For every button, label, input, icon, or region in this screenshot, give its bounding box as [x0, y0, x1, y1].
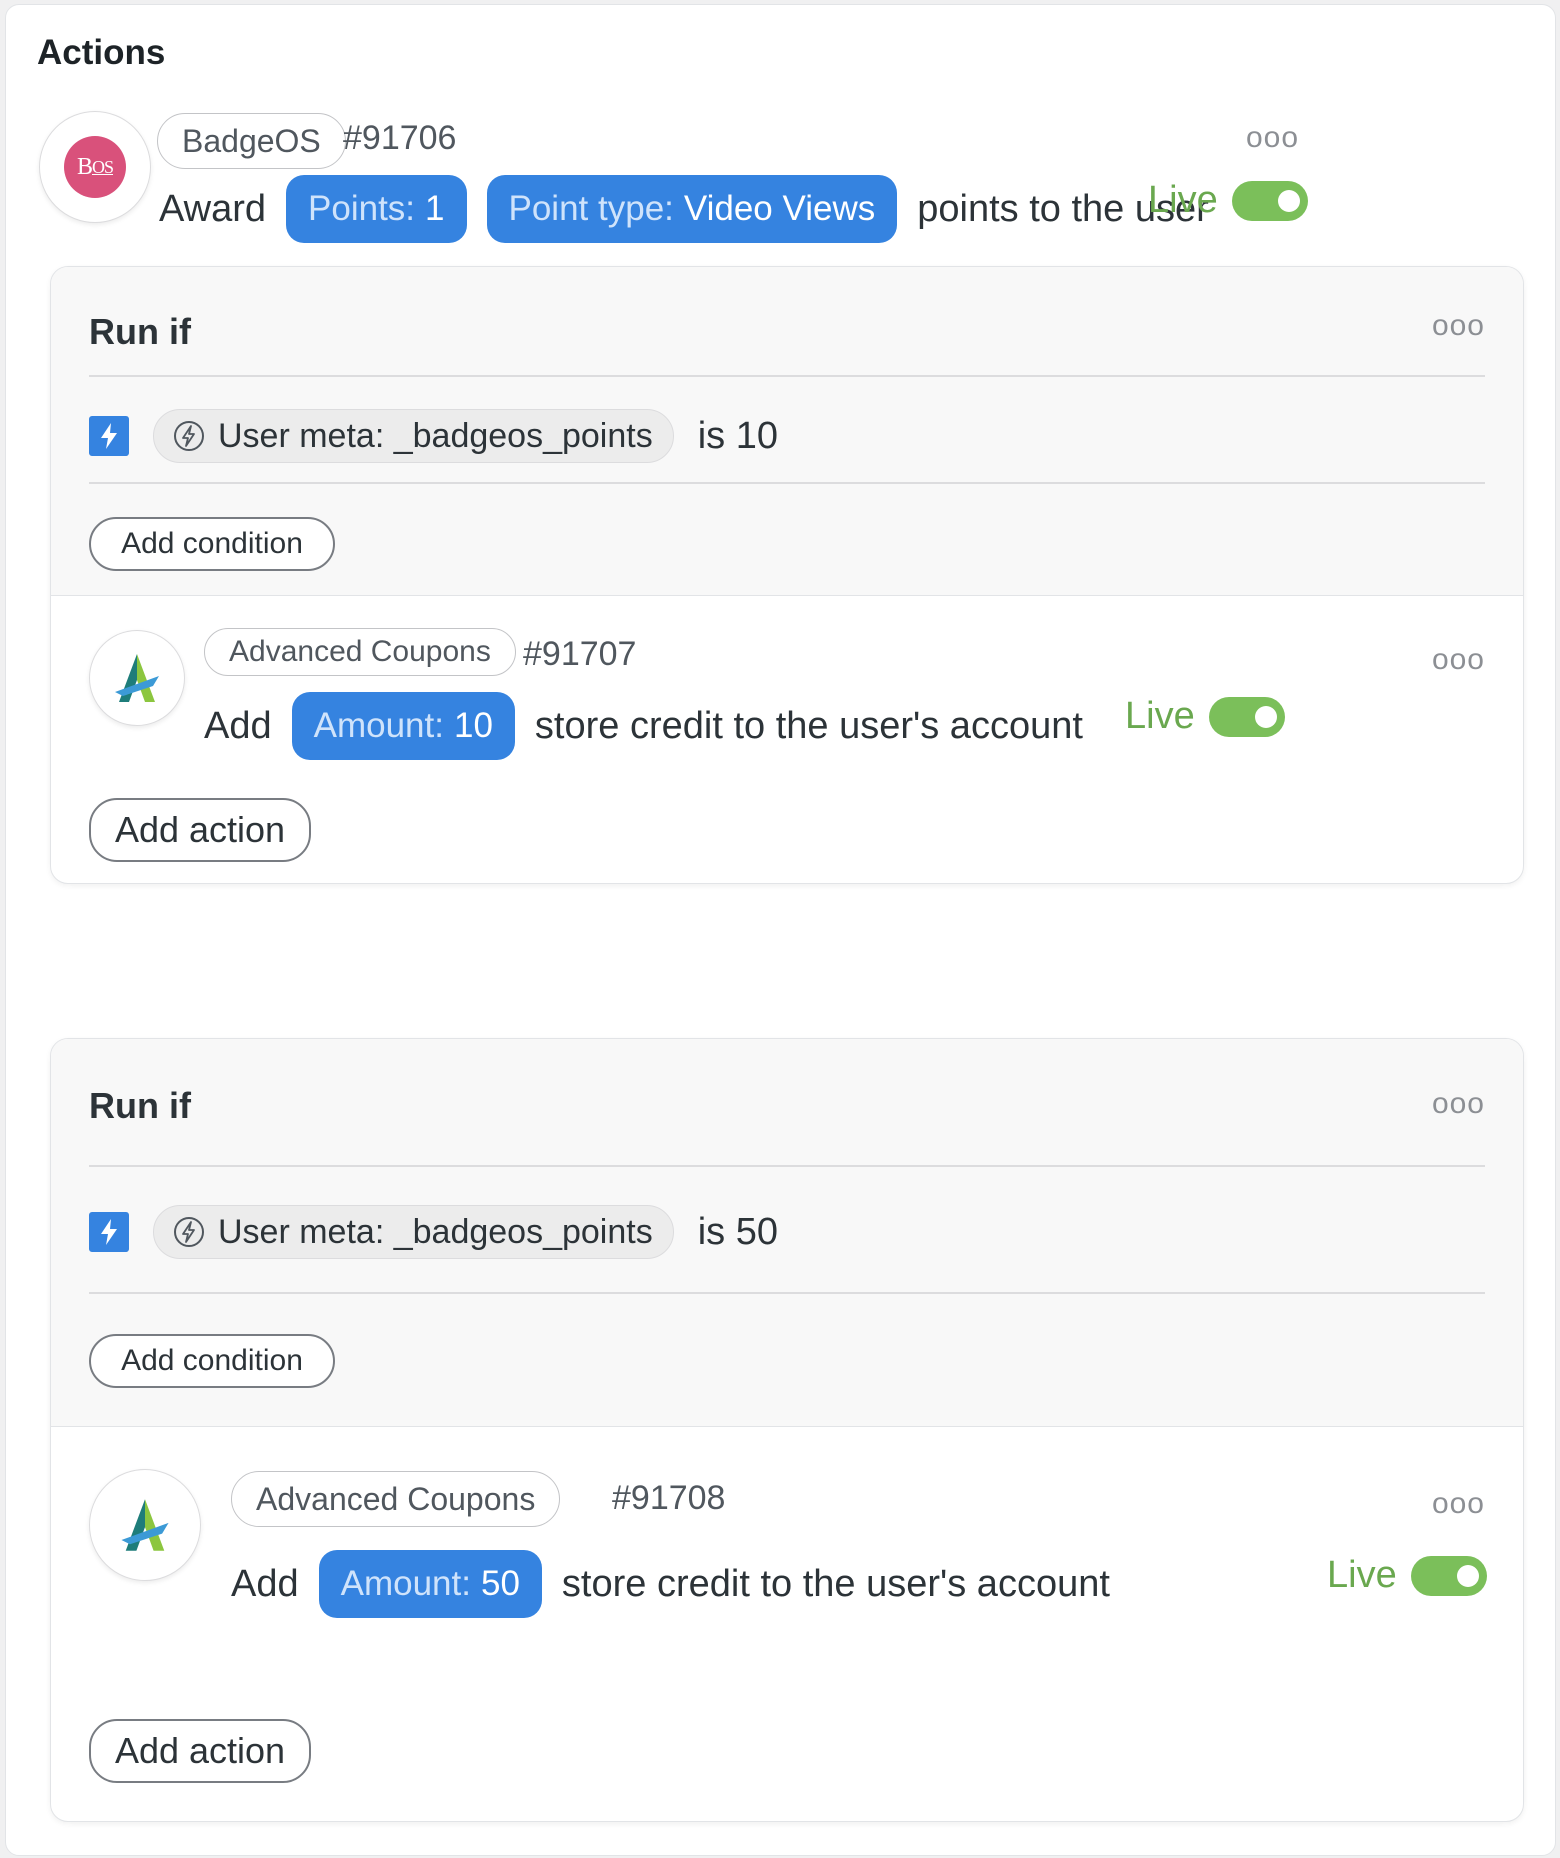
action-sentence: Award Points: 1 Point type: Video Views po…	[159, 175, 1209, 243]
live-label: Live	[1327, 1554, 1397, 1596]
section-title: Actions	[37, 33, 166, 72]
more-options-icon[interactable]: ooo	[1246, 123, 1299, 153]
action-verb: Award	[159, 187, 267, 230]
divider	[89, 375, 1485, 377]
user-meta-pill[interactable]: User meta: _badgeos_points	[153, 409, 674, 463]
condition-area: Run if ooo User meta: _badgeos_points is…	[51, 1039, 1523, 1427]
actions-panel: Actions B OS BadgeOS #91706 ooo Award Poi…	[5, 4, 1556, 1856]
live-label: Live	[1148, 179, 1218, 221]
action-suffix: store credit to the user's account	[561, 1562, 1110, 1605]
advanced-coupons-logo	[89, 1469, 201, 1581]
action-sentence: Add Amount: 10 store credit to the user's…	[204, 692, 1083, 760]
advanced-coupons-logo-icon	[115, 654, 159, 702]
point-type-chip[interactable]: Point type: Video Views	[486, 175, 898, 243]
more-options-icon[interactable]: ooo	[1432, 645, 1485, 675]
advanced-coupons-logo-icon	[121, 1499, 169, 1551]
more-options-icon[interactable]: ooo	[1432, 1089, 1485, 1119]
condition-operator: is 10	[697, 414, 778, 457]
integration-pill: BadgeOS	[157, 113, 346, 169]
divider	[89, 482, 1485, 484]
lightning-circle-icon	[174, 421, 204, 451]
live-label: Live	[1125, 695, 1195, 737]
more-options-icon[interactable]: ooo	[1432, 1489, 1485, 1519]
integration-pill: Advanced Coupons	[231, 1471, 561, 1527]
action-id: #91706	[343, 119, 457, 157]
live-toggle[interactable]	[1231, 180, 1308, 221]
condition-block-2: Run if ooo User meta: _badgeos_points is…	[50, 1038, 1524, 1822]
badgeos-logo: B OS	[39, 111, 151, 223]
run-if-title: Run if	[89, 311, 191, 352]
more-options-icon[interactable]: ooo	[1432, 311, 1485, 341]
advanced-coupons-logo	[89, 630, 185, 726]
condition-row: User meta: _badgeos_points is 10	[89, 409, 778, 463]
action-id: #91708	[612, 1479, 726, 1517]
condition-block-1: Run if ooo User meta: _badgeos_points is…	[50, 266, 1524, 884]
live-status: Live	[1148, 179, 1308, 222]
run-if-title: Run if	[89, 1085, 191, 1126]
add-action-button[interactable]: Add action	[89, 798, 311, 862]
divider	[89, 1165, 1485, 1167]
integration-pill: Advanced Coupons	[204, 628, 516, 676]
live-status: Live	[1125, 695, 1285, 738]
condition-row: User meta: _badgeos_points is 50	[89, 1205, 778, 1259]
action-verb: Add	[231, 1562, 299, 1605]
points-chip[interactable]: Points: 1	[286, 175, 467, 243]
add-action-button[interactable]: Add action	[89, 1719, 311, 1783]
action-id: #91707	[523, 635, 637, 673]
condition-area: Run if ooo User meta: _badgeos_points is…	[51, 267, 1523, 596]
amount-chip[interactable]: Amount: 10	[291, 692, 515, 760]
lightning-icon	[89, 1212, 129, 1252]
live-toggle[interactable]	[1208, 696, 1285, 737]
add-condition-button[interactable]: Add condition	[89, 517, 335, 571]
lightning-icon	[89, 416, 129, 456]
condition-operator: is 50	[697, 1210, 778, 1253]
lightning-circle-icon	[174, 1217, 204, 1247]
divider	[89, 1292, 1485, 1294]
action-suffix: store credit to the user's account	[534, 704, 1083, 747]
live-status: Live	[1327, 1554, 1487, 1597]
user-meta-pill[interactable]: User meta: _badgeos_points	[153, 1205, 674, 1259]
action-verb: Add	[204, 704, 272, 747]
amount-chip[interactable]: Amount: 50	[318, 1550, 542, 1618]
action-sentence: Add Amount: 50 store credit to the user's…	[231, 1550, 1110, 1618]
live-toggle[interactable]	[1410, 1555, 1487, 1596]
add-condition-button[interactable]: Add condition	[89, 1334, 335, 1388]
badgeos-logo-icon: B OS	[64, 136, 126, 198]
